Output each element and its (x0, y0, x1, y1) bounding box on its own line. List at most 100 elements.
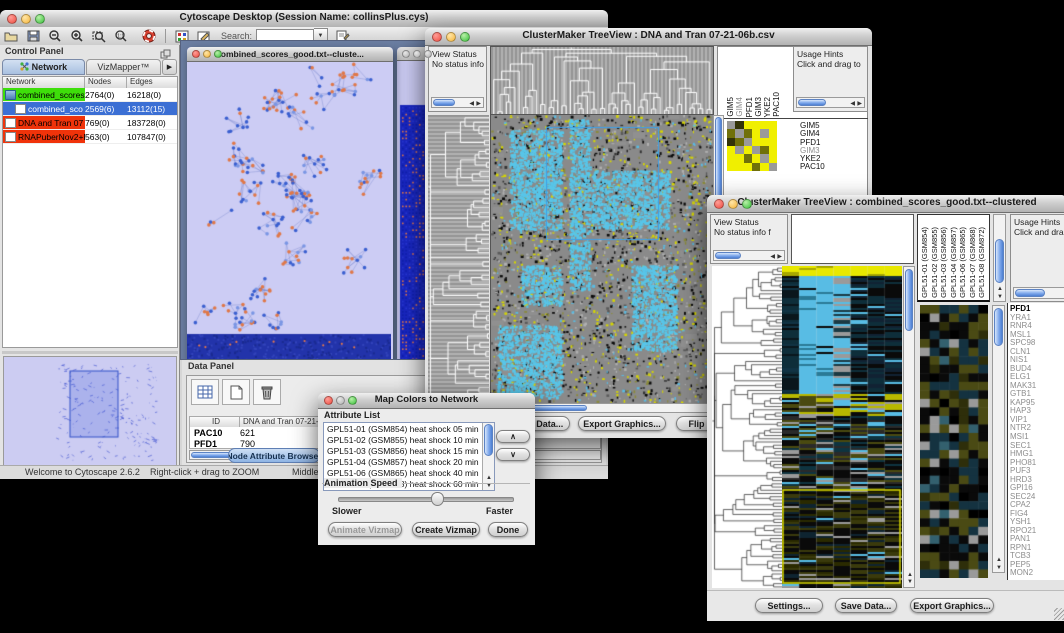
create-vizmap-button[interactable]: Create Vizmap (412, 522, 480, 537)
close-button[interactable] (192, 50, 200, 58)
matrix-cell[interactable] (752, 129, 760, 137)
matrix-cell[interactable] (769, 163, 777, 171)
close-button[interactable] (402, 50, 410, 58)
attribute-list-vscrollbar[interactable]: ▲ ▼ (482, 423, 494, 490)
tab-vizmapper[interactable]: VizMapper™ (86, 59, 161, 75)
matrix-cell[interactable] (760, 163, 768, 171)
matrix-cell[interactable] (752, 146, 760, 154)
tv2-column-label[interactable]: GPL51-01 (GSM854) (920, 227, 930, 298)
resize-grip[interactable] (1054, 608, 1064, 620)
matrix-cell[interactable] (769, 121, 777, 129)
tv1-export-graphics-button[interactable]: Export Graphics... (578, 416, 666, 431)
scroll-right-icon[interactable]: ▶ (476, 101, 481, 107)
tv1-column-label[interactable]: GIM5 (726, 97, 734, 117)
close-button[interactable] (432, 32, 442, 42)
scroll-right-icon[interactable]: ▶ (857, 101, 862, 107)
slider-thumb[interactable] (431, 492, 444, 506)
animation-speed-slider[interactable] (338, 497, 514, 502)
tv2-vscrollbar[interactable]: ▲ ▼ (903, 266, 915, 588)
network-table-header[interactable]: Network Nodes Edges (3, 77, 177, 88)
done-button[interactable]: Done (488, 522, 528, 537)
panel-splitter[interactable] (2, 351, 178, 354)
scroll-down-icon[interactable]: ▼ (996, 565, 1002, 571)
minimize-button[interactable] (446, 32, 456, 42)
tv2-row-dendrogram[interactable] (712, 266, 782, 588)
scroll-down-icon[interactable]: ▼ (907, 579, 913, 585)
tv2-column-label[interactable]: GPL51-03 (GSM856) (939, 227, 949, 298)
matrix-cell[interactable] (744, 129, 752, 137)
minimize-button[interactable] (413, 50, 421, 58)
matrix-cell[interactable] (744, 146, 752, 154)
matrix-cell[interactable] (752, 163, 760, 171)
attribute-list-item[interactable]: GPL51-02 (GSM855) heat shock 10 min (327, 435, 494, 446)
tv2-zoom-heatmap[interactable] (920, 305, 988, 578)
matrix-cell[interactable] (744, 121, 752, 129)
tv1-column-label[interactable]: GIM4 (735, 97, 743, 117)
network-canvas-1[interactable] (187, 62, 391, 360)
close-button[interactable] (324, 396, 333, 405)
gene-label[interactable]: MON2 (1010, 569, 1036, 578)
data-col-id[interactable]: ID (190, 417, 240, 427)
tv1-hints-hscrollbar[interactable]: ◀ ▶ (796, 97, 865, 108)
tv2-column-label[interactable]: GPL51-08 (GSM872) (977, 227, 987, 298)
tv1-zoom-heatmap[interactable] (727, 121, 777, 171)
tv1-column-label[interactable]: PAC10 (772, 92, 780, 117)
tv2-main-heatmap[interactable] (782, 266, 902, 588)
zoom-button[interactable] (214, 50, 222, 58)
attribute-table-icon[interactable] (191, 379, 219, 405)
network-table-row[interactable]: RNAPuberNov2+R563(0)107847(0) (3, 130, 177, 144)
zoom-in-icon[interactable] (66, 28, 88, 44)
scroll-up-icon[interactable]: ▲ (486, 475, 492, 481)
matrix-cell[interactable] (769, 154, 777, 162)
window1-title-bar[interactable]: combined_scores_good.txt--cluste... (187, 47, 393, 62)
scroll-down-icon[interactable]: ▼ (997, 294, 1003, 300)
tv2-column-label[interactable]: GPL51-02 (GSM855) (930, 227, 940, 298)
matrix-cell[interactable] (752, 138, 760, 146)
zoom-button[interactable] (742, 199, 752, 209)
close-button[interactable] (7, 14, 17, 24)
new-attribute-icon[interactable] (222, 379, 250, 405)
matrix-cell[interactable] (752, 121, 760, 129)
matrix-cell[interactable] (760, 138, 768, 146)
matrix-cell[interactable] (735, 129, 743, 137)
attribute-list-item[interactable]: GPL51-03 (GSM856) heat shock 15 min (327, 446, 494, 457)
scroll-left-icon[interactable]: ◀ (770, 254, 775, 260)
tv2-status-hscrollbar[interactable]: ◀ ▶ (713, 250, 785, 261)
matrix-cell[interactable] (727, 129, 735, 137)
scroll-right-icon[interactable]: ▶ (777, 254, 782, 260)
matrix-cell[interactable] (727, 146, 735, 154)
matrix-cell[interactable] (727, 163, 735, 171)
tv1-column-dendrogram[interactable] (490, 46, 714, 115)
network-table-row[interactable]: DNA and Tran 07769(0)183728(0) (3, 116, 177, 130)
zoom-fit-icon[interactable]: 1:1 (110, 28, 132, 44)
treeview2-title-bar[interactable]: ClusterMaker TreeView : combined_scores_… (707, 195, 1064, 213)
save-session-icon[interactable] (22, 28, 44, 44)
minimize-button[interactable] (21, 14, 31, 24)
minimize-button[interactable] (336, 396, 345, 405)
animate-vizmap-button[interactable]: Animate Vizmap (328, 522, 402, 537)
tv1-status-hscrollbar[interactable]: ◀ ▶ (431, 97, 484, 108)
main-title-bar[interactable]: Cytoscape Desktop (Session Name: collins… (0, 10, 608, 28)
matrix-cell[interactable] (760, 121, 768, 129)
matrix-cell[interactable] (769, 129, 777, 137)
scroll-up-icon[interactable]: ▲ (996, 557, 1002, 563)
col-network[interactable]: Network (3, 77, 85, 88)
attribute-list-item[interactable]: GPL51-01 (GSM854) heat shock 05 min (327, 424, 494, 435)
tv2-column-label[interactable]: GPL51-04 (GSM857) (949, 227, 959, 298)
matrix-cell[interactable] (760, 129, 768, 137)
treeview1-title-bar[interactable]: ClusterMaker TreeView : DNA and Tran 07-… (425, 28, 872, 46)
matrix-cell[interactable] (735, 121, 743, 129)
tv1-row-dendrogram[interactable] (428, 115, 489, 403)
matrix-cell[interactable] (744, 138, 752, 146)
matrix-cell[interactable] (769, 138, 777, 146)
matrix-cell[interactable] (752, 154, 760, 162)
tv1-column-label[interactable]: YKE2 (763, 97, 771, 117)
col-edges[interactable]: Edges (127, 77, 177, 88)
scroll-left-icon[interactable]: ◀ (850, 101, 855, 107)
tv2-column-label[interactable]: GPL51-06 (GSM865) (958, 227, 968, 298)
scroll-up-icon[interactable]: ▲ (997, 286, 1003, 292)
matrix-cell[interactable] (735, 138, 743, 146)
zoom-button[interactable] (35, 14, 45, 24)
tv2-hints-hscrollbar[interactable]: ◀ ▶ (1013, 287, 1064, 299)
zoom-button[interactable] (424, 50, 432, 58)
